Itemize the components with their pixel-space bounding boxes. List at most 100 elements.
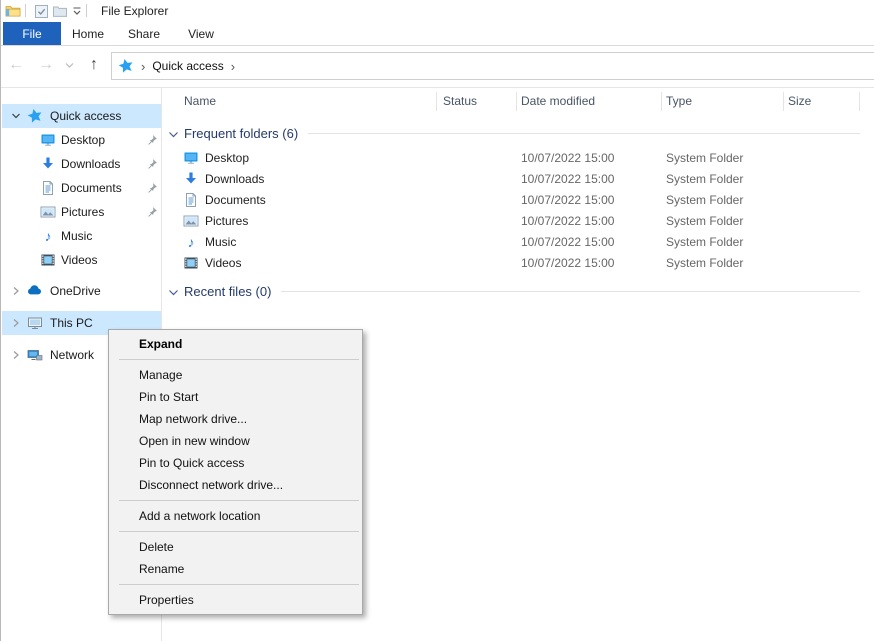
qat-new-folder-button[interactable] [51, 3, 69, 19]
cell-name: Documents [205, 193, 266, 207]
cell-date-modified: 10/07/2022 15:00 [521, 214, 614, 228]
column-header-status[interactable]: Status [443, 94, 477, 108]
desktop-icon [40, 132, 56, 148]
new-folder-icon [53, 5, 67, 17]
qat-customize-button[interactable] [68, 3, 86, 19]
sidebar-item-pictures[interactable]: Pictures [2, 200, 161, 224]
sidebar-label: This PC [50, 316, 93, 330]
group-header-rule [308, 133, 860, 134]
titlebar-separator [86, 4, 87, 17]
titlebar-separator [25, 4, 26, 17]
column-separator[interactable] [436, 92, 437, 111]
column-separator[interactable] [516, 92, 517, 111]
file-row-videos[interactable]: Videos 10/07/2022 15:00 System Folder [162, 253, 874, 274]
sidebar-item-quick-access[interactable]: Quick access [2, 104, 161, 128]
chevron-down-icon [65, 62, 74, 69]
tab-file[interactable]: File [3, 22, 61, 45]
column-separator[interactable] [859, 92, 860, 111]
file-row-documents[interactable]: Documents 10/07/2022 15:00 System Folder [162, 190, 874, 211]
address-bar[interactable]: › Quick access › [111, 52, 874, 80]
column-header-date-modified[interactable]: Date modified [521, 94, 595, 108]
menu-item-disconnect-network-drive[interactable]: Disconnect network drive... [109, 474, 362, 496]
menu-item-properties[interactable]: Properties [109, 589, 362, 611]
titlebar: File Explorer [1, 0, 874, 22]
cell-type: System Folder [666, 256, 743, 270]
cell-name: Desktop [205, 151, 249, 165]
documents-icon [183, 192, 199, 208]
tab-home[interactable]: Home [63, 22, 113, 45]
sidebar-item-videos[interactable]: Videos [2, 248, 161, 272]
column-separator[interactable] [783, 92, 784, 111]
menu-item-manage[interactable]: Manage [109, 364, 362, 386]
column-header-size[interactable]: Size [788, 94, 811, 108]
file-row-pictures[interactable]: Pictures 10/07/2022 15:00 System Folder [162, 211, 874, 232]
pin-icon[interactable] [146, 158, 158, 170]
recent-locations-button[interactable] [61, 53, 77, 77]
file-row-downloads[interactable]: Downloads 10/07/2022 15:00 System Folder [162, 169, 874, 190]
file-row-desktop[interactable]: Desktop 10/07/2022 15:00 System Folder [162, 148, 874, 169]
chevron-collapsed-icon[interactable] [10, 285, 22, 297]
group-header-label: Frequent folders (6) [184, 126, 298, 141]
breadcrumb-quick-access[interactable]: Quick access [152, 59, 223, 73]
navigation-bar: ← → ↑ › Quick access › [1, 46, 874, 88]
tab-view[interactable]: View [175, 22, 227, 45]
chevron-collapsed-icon[interactable] [10, 317, 22, 329]
pictures-icon [183, 213, 199, 229]
onedrive-cloud-icon [27, 283, 43, 299]
cell-name: Music [205, 235, 236, 249]
pin-icon[interactable] [146, 182, 158, 194]
group-header-recent-files[interactable]: Recent files (0) [162, 281, 874, 301]
column-separator[interactable] [661, 92, 662, 111]
menu-item-open-in-new-window[interactable]: Open in new window [109, 430, 362, 452]
sidebar-item-music[interactable]: ♪ Music [2, 224, 161, 248]
menu-item-rename[interactable]: Rename [109, 558, 362, 580]
up-arrow-icon: ↑ [90, 57, 98, 73]
sidebar-label: Network [50, 348, 94, 362]
qat-properties-button[interactable] [32, 3, 50, 19]
videos-icon [40, 252, 56, 268]
menu-item-add-network-location[interactable]: Add a network location [109, 505, 362, 527]
network-icon [27, 347, 43, 363]
explorer-app-icon [4, 3, 22, 19]
group-header-frequent-folders[interactable]: Frequent folders (6) [162, 123, 874, 143]
cell-type: System Folder [666, 235, 743, 249]
forward-button[interactable]: → [35, 53, 57, 77]
chevron-collapsed-icon[interactable] [10, 349, 22, 361]
tab-share[interactable]: Share [117, 22, 171, 45]
window-title: File Explorer [101, 4, 168, 18]
cell-type: System Folder [666, 214, 743, 228]
forward-arrow-icon: → [38, 57, 54, 73]
menu-item-map-network-drive[interactable]: Map network drive... [109, 408, 362, 430]
menu-item-delete[interactable]: Delete [109, 536, 362, 558]
sidebar-item-onedrive[interactable]: OneDrive [2, 279, 161, 303]
chevron-expanded-icon[interactable] [10, 110, 22, 122]
this-pc-icon [27, 315, 43, 331]
file-row-music[interactable]: ♪ Music 10/07/2022 15:00 System Folder [162, 232, 874, 253]
group-header-rule [281, 291, 860, 292]
back-button[interactable]: ← [5, 53, 27, 77]
quick-access-star-icon [27, 108, 43, 124]
menu-item-pin-to-quick-access[interactable]: Pin to Quick access [109, 452, 362, 474]
group-header-label: Recent files (0) [184, 284, 271, 299]
pin-icon[interactable] [146, 134, 158, 146]
column-header-row: Name Status Date modified Type Size [162, 90, 874, 112]
pin-icon[interactable] [146, 206, 158, 218]
sidebar-item-documents[interactable]: Documents [2, 176, 161, 200]
chevron-down-icon [71, 6, 83, 17]
menu-item-pin-to-start[interactable]: Pin to Start [109, 386, 362, 408]
breadcrumb-chevron-icon: › [141, 59, 145, 74]
up-button[interactable]: ↑ [83, 53, 105, 77]
column-header-name[interactable]: Name [184, 94, 216, 108]
cell-name: Downloads [205, 172, 264, 186]
column-header-type[interactable]: Type [666, 94, 692, 108]
sidebar-label: OneDrive [50, 284, 101, 298]
sidebar-item-downloads[interactable]: Downloads [2, 152, 161, 176]
menu-item-expand[interactable]: Expand [109, 333, 362, 355]
sidebar-item-desktop[interactable]: Desktop [2, 128, 161, 152]
sidebar-label: Music [61, 229, 92, 243]
documents-icon [40, 180, 56, 196]
cell-type: System Folder [666, 193, 743, 207]
menu-separator [119, 584, 359, 585]
downloads-icon [40, 156, 56, 172]
cell-date-modified: 10/07/2022 15:00 [521, 172, 614, 186]
